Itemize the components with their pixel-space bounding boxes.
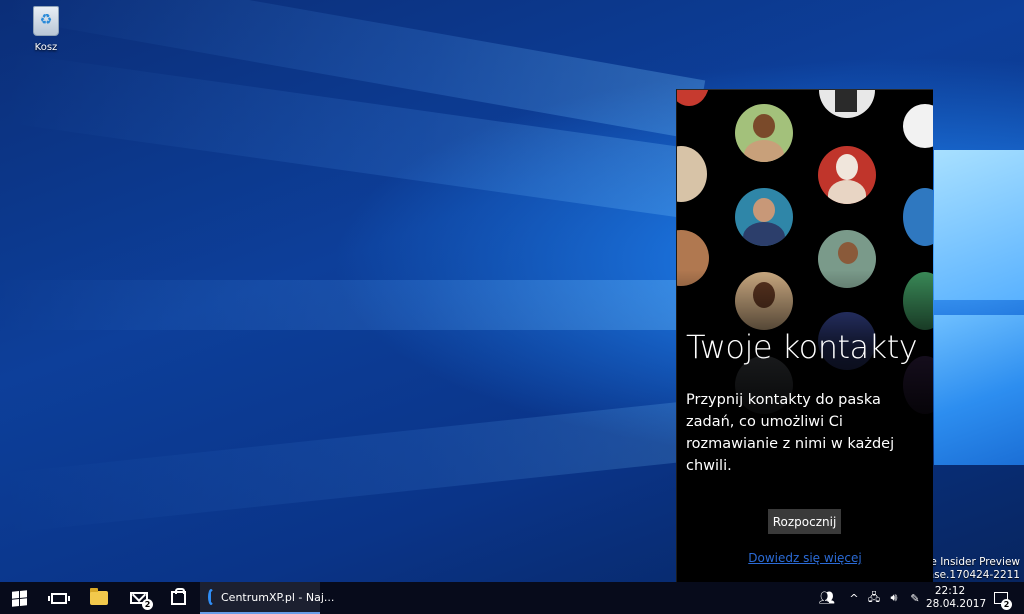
taskbar: 2 CentrumXP.pl - Naj... 👥︎ ^ 🖧︎ 🔊︎ ✎ 22:… bbox=[0, 582, 1024, 614]
network-icon: 🖧︎ bbox=[867, 590, 881, 604]
store-button[interactable] bbox=[160, 582, 196, 614]
edge-icon bbox=[208, 589, 214, 605]
windows-ink-button[interactable]: ✎ bbox=[906, 582, 924, 614]
edge-taskbar-item[interactable]: CentrumXP.pl - Naj... bbox=[200, 582, 334, 614]
task-view-icon bbox=[48, 592, 70, 604]
contact-avatar bbox=[735, 104, 793, 162]
learn-more-link[interactable]: Dowiedz się więcej bbox=[677, 551, 933, 565]
desktop-icon-label: Kosz bbox=[34, 42, 58, 53]
contact-avatar bbox=[735, 188, 793, 246]
clock-date: 28.04.2017 bbox=[926, 598, 987, 610]
people-button[interactable]: 👥︎ bbox=[816, 582, 838, 614]
flyout-description: Przypnij kontakty do paska zadań, co umo… bbox=[686, 392, 895, 474]
mail-badge: 2 bbox=[142, 599, 153, 610]
start-button[interactable]: Rozpocznij bbox=[768, 509, 841, 534]
network-button[interactable]: 🖧︎ bbox=[864, 582, 884, 614]
contact-avatar bbox=[677, 146, 707, 202]
contact-avatar bbox=[818, 146, 876, 204]
flyout-title: Twoje kontakty bbox=[686, 328, 918, 366]
edge-window-title: CentrumXP.pl - Naj... bbox=[221, 590, 335, 604]
clock-time: 22:12 bbox=[934, 585, 966, 597]
folder-icon bbox=[90, 588, 108, 605]
action-center-button[interactable]: 2 bbox=[986, 582, 1016, 614]
notification-badge: 2 bbox=[1001, 599, 1012, 610]
start-button-taskbar[interactable] bbox=[0, 582, 38, 614]
volume-button[interactable]: 🔊︎ bbox=[884, 582, 904, 614]
people-icon: 👥︎ bbox=[818, 590, 836, 606]
contact-avatar bbox=[677, 90, 709, 106]
volume-icon: 🔊︎ bbox=[890, 591, 898, 604]
people-flyout: Twoje kontakty Przypnij kontakty do pask… bbox=[676, 89, 933, 583]
file-explorer-button[interactable] bbox=[80, 582, 118, 614]
task-view-button[interactable] bbox=[40, 582, 78, 614]
contact-avatar bbox=[903, 188, 933, 246]
chevron-up-icon: ^ bbox=[849, 591, 859, 605]
desktop-icon-recycle-bin[interactable]: Kosz bbox=[26, 6, 66, 53]
recycle-bin-icon bbox=[33, 6, 59, 36]
store-bag-icon bbox=[170, 588, 186, 605]
clock[interactable]: 22:12 28.04.2017 bbox=[926, 585, 987, 611]
windows-logo-pane bbox=[934, 315, 1024, 465]
pen-icon: ✎ bbox=[910, 591, 920, 605]
mail-button[interactable]: 2 bbox=[120, 582, 158, 614]
contact-avatar bbox=[903, 104, 933, 148]
light-beam bbox=[0, 280, 700, 330]
windows-logo-icon bbox=[11, 589, 27, 607]
light-beam bbox=[0, 400, 704, 534]
contact-avatar bbox=[819, 90, 875, 118]
show-hidden-icons-button[interactable]: ^ bbox=[846, 582, 862, 614]
windows-logo-pane bbox=[934, 150, 1024, 300]
